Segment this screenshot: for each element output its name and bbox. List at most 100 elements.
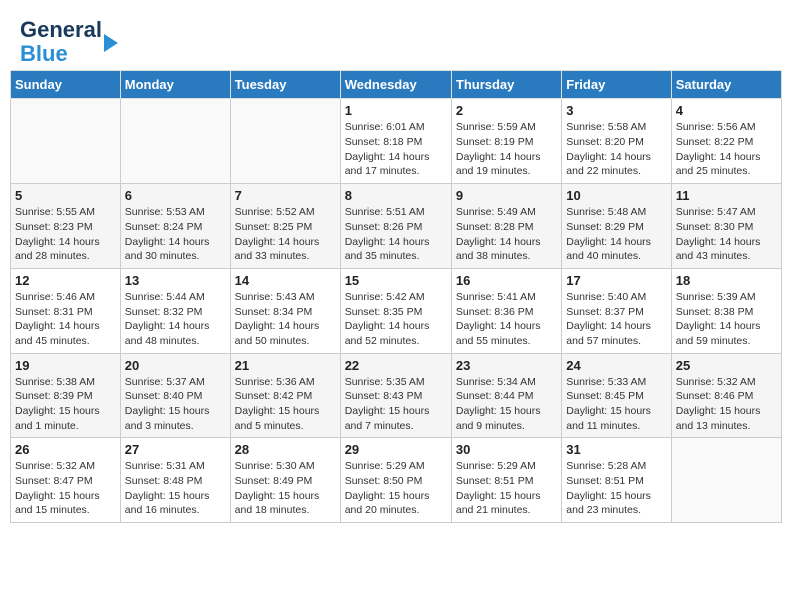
day-number: 14 (235, 273, 336, 288)
day-number: 5 (15, 188, 116, 203)
day-info: Sunrise: 5:47 AM Sunset: 8:30 PM Dayligh… (676, 205, 777, 264)
day-number: 18 (676, 273, 777, 288)
calendar-body: 1 Sunrise: 6:01 AM Sunset: 8:18 PM Daylig… (11, 99, 782, 523)
calendar-cell (11, 99, 121, 184)
calendar-cell: 17 Sunrise: 5:40 AM Sunset: 8:37 PM Dayli… (562, 268, 671, 353)
day-number: 17 (566, 273, 666, 288)
calendar-cell: 4 Sunrise: 5:56 AM Sunset: 8:22 PM Daylig… (671, 99, 781, 184)
day-number: 26 (15, 442, 116, 457)
day-info: Sunrise: 5:42 AM Sunset: 8:35 PM Dayligh… (345, 290, 447, 349)
calendar-cell: 13Sunrise: 5:44 AM Sunset: 8:32 PM Dayli… (120, 268, 230, 353)
logo: GeneralBlue (20, 18, 118, 66)
calendar-cell: 30Sunrise: 5:29 AM Sunset: 8:51 PM Dayli… (451, 438, 561, 523)
logo-blue: Blue (20, 41, 68, 66)
day-number: 2 (456, 103, 557, 118)
calendar-cell: 31Sunrise: 5:28 AM Sunset: 8:51 PM Dayli… (562, 438, 671, 523)
day-info: Sunrise: 5:32 AM Sunset: 8:46 PM Dayligh… (676, 375, 777, 434)
day-number: 4 (676, 103, 777, 118)
calendar-cell: 26 Sunrise: 5:32 AM Sunset: 8:47 PM Dayli… (11, 438, 121, 523)
day-number: 1 (345, 103, 447, 118)
calendar-header-row: SundayMondayTuesdayWednesdayThursdayFrid… (11, 71, 782, 99)
day-number: 22 (345, 358, 447, 373)
calendar-week-2: 5 Sunrise: 5:55 AM Sunset: 8:23 PM Daylig… (11, 184, 782, 269)
calendar-cell: 1 Sunrise: 6:01 AM Sunset: 8:18 PM Daylig… (340, 99, 451, 184)
calendar-cell: 18 Sunrise: 5:39 AM Sunset: 8:38 PM Dayli… (671, 268, 781, 353)
calendar-cell: 6 Sunrise: 5:53 AM Sunset: 8:24 PM Daylig… (120, 184, 230, 269)
day-number: 12 (15, 273, 116, 288)
day-number: 15 (345, 273, 447, 288)
calendar-cell: 15 Sunrise: 5:42 AM Sunset: 8:35 PM Dayli… (340, 268, 451, 353)
logo-text: GeneralBlue (20, 18, 102, 66)
calendar-cell: 29 Sunrise: 5:29 AM Sunset: 8:50 PM Dayli… (340, 438, 451, 523)
logo-arrow-icon (104, 34, 118, 52)
day-info: Sunrise: 5:43 AM Sunset: 8:34 PM Dayligh… (235, 290, 336, 349)
calendar-cell: 12 Sunrise: 5:46 AM Sunset: 8:31 PM Dayli… (11, 268, 121, 353)
calendar-cell: 7 Sunrise: 5:52 AM Sunset: 8:25 PM Daylig… (230, 184, 340, 269)
day-info: Sunrise: 5:55 AM Sunset: 8:23 PM Dayligh… (15, 205, 116, 264)
calendar-header-sunday: Sunday (11, 71, 121, 99)
day-info: Sunrise: 5:41 AM Sunset: 8:36 PM Dayligh… (456, 290, 557, 349)
day-info: Sunrise: 5:39 AM Sunset: 8:38 PM Dayligh… (676, 290, 777, 349)
calendar-cell: 11Sunrise: 5:47 AM Sunset: 8:30 PM Dayli… (671, 184, 781, 269)
calendar-cell (120, 99, 230, 184)
calendar-week-3: 12 Sunrise: 5:46 AM Sunset: 8:31 PM Dayli… (11, 268, 782, 353)
day-info: Sunrise: 5:49 AM Sunset: 8:28 PM Dayligh… (456, 205, 557, 264)
calendar-cell: 25 Sunrise: 5:32 AM Sunset: 8:46 PM Dayli… (671, 353, 781, 438)
calendar-cell (671, 438, 781, 523)
day-info: Sunrise: 5:34 AM Sunset: 8:44 PM Dayligh… (456, 375, 557, 434)
day-number: 7 (235, 188, 336, 203)
day-info: Sunrise: 5:32 AM Sunset: 8:47 PM Dayligh… (15, 459, 116, 518)
day-info: Sunrise: 5:56 AM Sunset: 8:22 PM Dayligh… (676, 120, 777, 179)
day-info: Sunrise: 5:53 AM Sunset: 8:24 PM Dayligh… (125, 205, 226, 264)
calendar-week-1: 1 Sunrise: 6:01 AM Sunset: 8:18 PM Daylig… (11, 99, 782, 184)
calendar-cell: 10 Sunrise: 5:48 AM Sunset: 8:29 PM Dayli… (562, 184, 671, 269)
calendar-cell: 5 Sunrise: 5:55 AM Sunset: 8:23 PM Daylig… (11, 184, 121, 269)
day-info: Sunrise: 5:48 AM Sunset: 8:29 PM Dayligh… (566, 205, 666, 264)
day-number: 16 (456, 273, 557, 288)
day-number: 10 (566, 188, 666, 203)
calendar-cell: 21Sunrise: 5:36 AM Sunset: 8:42 PM Dayli… (230, 353, 340, 438)
day-info: Sunrise: 5:29 AM Sunset: 8:50 PM Dayligh… (345, 459, 447, 518)
day-number: 24 (566, 358, 666, 373)
calendar-cell: 14 Sunrise: 5:43 AM Sunset: 8:34 PM Dayli… (230, 268, 340, 353)
calendar-week-5: 26 Sunrise: 5:32 AM Sunset: 8:47 PM Dayli… (11, 438, 782, 523)
calendar-cell: 8 Sunrise: 5:51 AM Sunset: 8:26 PM Daylig… (340, 184, 451, 269)
calendar-cell (230, 99, 340, 184)
day-info: Sunrise: 5:30 AM Sunset: 8:49 PM Dayligh… (235, 459, 336, 518)
day-number: 21 (235, 358, 336, 373)
day-info: Sunrise: 6:01 AM Sunset: 8:18 PM Dayligh… (345, 120, 447, 179)
calendar-cell: 2 Sunrise: 5:59 AM Sunset: 8:19 PM Daylig… (451, 99, 561, 184)
day-number: 23 (456, 358, 557, 373)
calendar-header-tuesday: Tuesday (230, 71, 340, 99)
calendar-cell: 27 Sunrise: 5:31 AM Sunset: 8:48 PM Dayli… (120, 438, 230, 523)
day-info: Sunrise: 5:33 AM Sunset: 8:45 PM Dayligh… (566, 375, 666, 434)
page-header: GeneralBlue (10, 10, 782, 70)
day-number: 8 (345, 188, 447, 203)
day-number: 25 (676, 358, 777, 373)
day-info: Sunrise: 5:28 AM Sunset: 8:51 PM Dayligh… (566, 459, 666, 518)
calendar-cell: 24 Sunrise: 5:33 AM Sunset: 8:45 PM Dayli… (562, 353, 671, 438)
day-number: 27 (125, 442, 226, 457)
day-info: Sunrise: 5:58 AM Sunset: 8:20 PM Dayligh… (566, 120, 666, 179)
calendar-cell: 28 Sunrise: 5:30 AM Sunset: 8:49 PM Dayli… (230, 438, 340, 523)
day-info: Sunrise: 5:38 AM Sunset: 8:39 PM Dayligh… (15, 375, 116, 434)
day-number: 20 (125, 358, 226, 373)
day-number: 29 (345, 442, 447, 457)
calendar-cell: 3Sunrise: 5:58 AM Sunset: 8:20 PM Daylig… (562, 99, 671, 184)
day-number: 28 (235, 442, 336, 457)
day-info: Sunrise: 5:31 AM Sunset: 8:48 PM Dayligh… (125, 459, 226, 518)
calendar-week-4: 19 Sunrise: 5:38 AM Sunset: 8:39 PM Dayli… (11, 353, 782, 438)
calendar-cell: 9 Sunrise: 5:49 AM Sunset: 8:28 PM Daylig… (451, 184, 561, 269)
day-info: Sunrise: 5:35 AM Sunset: 8:43 PM Dayligh… (345, 375, 447, 434)
day-info: Sunrise: 5:59 AM Sunset: 8:19 PM Dayligh… (456, 120, 557, 179)
day-info: Sunrise: 5:40 AM Sunset: 8:37 PM Dayligh… (566, 290, 666, 349)
calendar-header-monday: Monday (120, 71, 230, 99)
day-number: 13 (125, 273, 226, 288)
day-info: Sunrise: 5:52 AM Sunset: 8:25 PM Dayligh… (235, 205, 336, 264)
day-number: 19 (15, 358, 116, 373)
day-info: Sunrise: 5:37 AM Sunset: 8:40 PM Dayligh… (125, 375, 226, 434)
day-number: 6 (125, 188, 226, 203)
day-info: Sunrise: 5:51 AM Sunset: 8:26 PM Dayligh… (345, 205, 447, 264)
day-number: 9 (456, 188, 557, 203)
day-info: Sunrise: 5:46 AM Sunset: 8:31 PM Dayligh… (15, 290, 116, 349)
